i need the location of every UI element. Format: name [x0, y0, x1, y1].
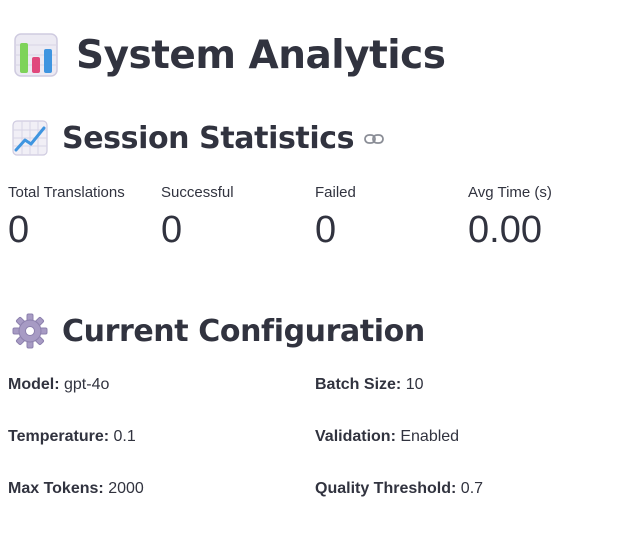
config-value: Enabled — [400, 428, 460, 445]
link-icon[interactable] — [364, 131, 385, 145]
config-label: Max Tokens: — [8, 480, 104, 497]
config-label: Temperature: — [8, 428, 110, 445]
current-configuration-title: Current Configuration — [62, 313, 425, 349]
metric-value: 0 — [315, 209, 337, 251]
metric-total-translations: Total Translations 0 — [8, 184, 158, 252]
metric-label: Successful — [161, 184, 234, 201]
page-title-text: System Analytics — [76, 32, 446, 78]
config-max-tokens: Max Tokens: 2000 — [8, 480, 144, 498]
config-value: 10 — [405, 376, 424, 393]
page-title: System Analytics — [14, 30, 446, 80]
metric-successful: Successful 0 — [161, 184, 311, 252]
gear-icon — [12, 313, 48, 349]
session-statistics-title: Session Statistics — [62, 120, 355, 156]
config-value: 2000 — [108, 480, 144, 497]
config-label: Quality Threshold: — [315, 480, 457, 497]
config-model: Model: gpt-4o — [8, 376, 109, 394]
config-label: Model: — [8, 376, 60, 393]
session-statistics-heading: Session Statistics — [12, 118, 385, 158]
current-configuration-heading: Current Configuration — [12, 311, 425, 351]
metric-failed: Failed 0 — [315, 184, 465, 252]
chart-increasing-icon — [12, 120, 48, 156]
metric-value: 0 — [8, 209, 30, 251]
metric-avg-time: Avg Time (s) 0.00 — [468, 184, 618, 252]
config-label: Validation: — [315, 428, 396, 445]
metric-label: Failed — [315, 184, 356, 201]
metric-value: 0.00 — [468, 209, 542, 251]
metric-label: Avg Time (s) — [468, 184, 552, 201]
metric-label: Total Translations — [8, 184, 125, 201]
config-label: Batch Size: — [315, 376, 402, 393]
config-temperature: Temperature: 0.1 — [8, 428, 136, 446]
metric-value: 0 — [161, 209, 183, 251]
config-validation: Validation: Enabled — [315, 428, 459, 446]
bar-chart-icon — [14, 33, 58, 77]
config-quality-threshold: Quality Threshold: 0.7 — [315, 480, 483, 498]
config-value: 0.1 — [113, 428, 136, 445]
config-value: gpt-4o — [64, 376, 110, 393]
config-batch-size: Batch Size: 10 — [315, 376, 424, 394]
config-value: 0.7 — [460, 480, 484, 497]
